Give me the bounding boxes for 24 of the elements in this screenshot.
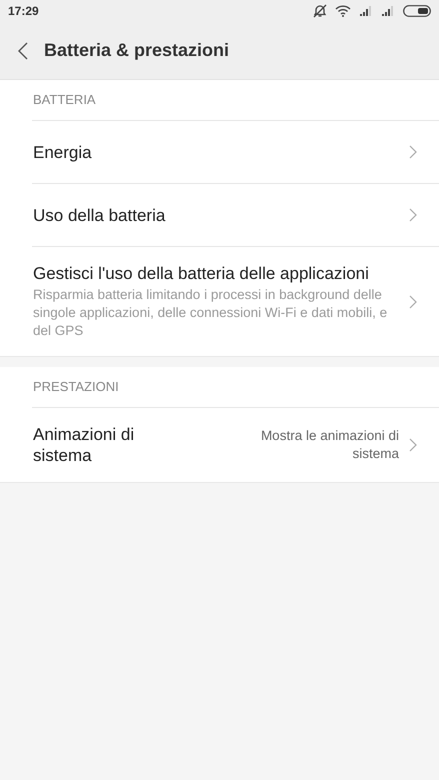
wifi-icon — [335, 5, 351, 17]
signal-icon — [381, 6, 395, 16]
chevron-icon — [409, 294, 417, 308]
chevron-icon — [409, 145, 417, 159]
item-description: Risparmia batteria limitando i processi in background delle singole applicazioni, delle connessioni Wi-Fi e dati mobili, e del GPS — [33, 286, 388, 340]
page-title: Batteria & prestazioni — [44, 39, 230, 62]
section-header: PRESTAZIONI — [32, 378, 120, 396]
status-time: 17:29 — [8, 3, 39, 20]
settings-item[interactable]: Energia — [32, 120, 439, 183]
signal-icon — [359, 6, 373, 16]
chevron-icon — [409, 438, 417, 452]
item-value: Mostra le animazioni di sistema — [260, 427, 399, 463]
mute-bell-icon — [313, 4, 327, 18]
item-title: Uso della batteria — [33, 204, 166, 226]
chevron-icon — [409, 208, 417, 222]
item-title: Gestisci l'uso della batteria delle applicazioni — [33, 263, 370, 284]
item-title: Energia — [33, 142, 93, 162]
settings-item[interactable]: Uso della batteria — [32, 183, 439, 246]
battery-icon — [403, 5, 431, 17]
section-header: BATTERIA — [32, 91, 97, 110]
item-title: Animazioni di sistema — [33, 424, 136, 466]
back-icon[interactable] — [18, 42, 28, 60]
settings-item[interactable]: Gestisci l'uso della batteria delle applicazioni Risparmia batteria limitando i processi in background delle singole applicazioni, delle connessioni Wi-Fi e dati mobili, e del GPS — [32, 246, 439, 356]
settings-item[interactable]: Animazioni di sistema Mostra le animazioni di sistema — [32, 407, 439, 482]
